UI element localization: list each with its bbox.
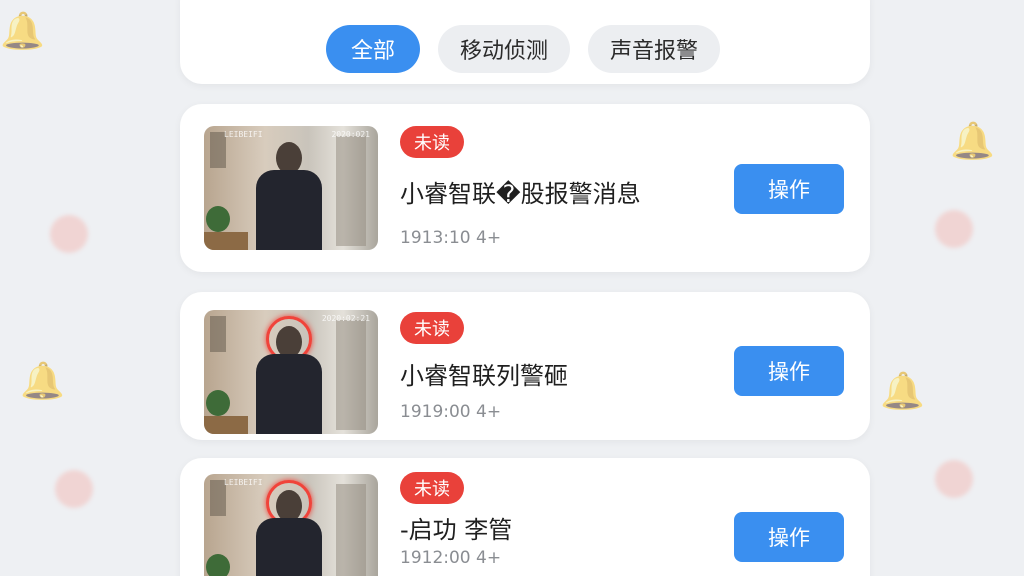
thumb-stamp: 2020:02:21 [321, 314, 370, 323]
background-dot [50, 215, 88, 253]
message-title: 小睿智联列警砸 [400, 362, 568, 390]
message-title: 小睿智联�股报警消息 [400, 180, 641, 208]
action-button[interactable]: 操作 [734, 346, 844, 396]
snapshot-thumbnail[interactable]: LEIBEIFI 2020:021 [204, 126, 378, 250]
bell-icon: 🔔 [0, 11, 45, 52]
bell-icon: 🔔 [950, 121, 995, 162]
filter-chips: 全部 移动侦测 声音报警 [326, 25, 721, 73]
background-dot [935, 210, 973, 248]
unread-badge: 未读 [400, 472, 464, 504]
snapshot-thumbnail[interactable]: 2020:02:21 [204, 310, 378, 434]
action-button[interactable]: 操作 [734, 512, 844, 562]
bell-icon: 🔔 [880, 371, 925, 412]
message-title: -启功 李管 [400, 516, 513, 544]
bell-icon: 🔔 [20, 361, 65, 402]
thumb-stamp: LEIBEIFI [224, 130, 263, 139]
background-dot [55, 470, 93, 508]
message-time: 1912:00 4+ [400, 548, 502, 568]
filter-chip-sound[interactable]: 声音报警 [588, 25, 721, 73]
action-button[interactable]: 操作 [734, 164, 844, 214]
thumb-stamp: 2020:021 [331, 130, 370, 139]
message-card[interactable]: 2020:02:21 未读 小睿智联列警砸 1919:00 4+ 操作 [180, 292, 870, 440]
filter-chip-all[interactable]: 全部 [326, 25, 420, 73]
message-card[interactable]: LEIBEIFI 2020:021 未读 小睿智联�股报警消息 1913:10 … [180, 104, 870, 272]
thumb-stamp: LEIBEIFI [224, 478, 263, 487]
unread-badge: 未读 [400, 312, 464, 344]
filter-bar: 全部 移动侦测 声音报警 [180, 0, 870, 84]
message-time: 1913:10 4+ [400, 228, 502, 248]
snapshot-thumbnail[interactable]: LEIBEIFI [204, 474, 378, 576]
message-time: 1919:00 4+ [400, 402, 502, 422]
background-dot [935, 460, 973, 498]
unread-badge: 未读 [400, 126, 464, 158]
filter-chip-motion[interactable]: 移动侦测 [438, 25, 571, 73]
message-card[interactable]: LEIBEIFI 未读 -启功 李管 1912:00 4+ 操作 [180, 458, 870, 576]
